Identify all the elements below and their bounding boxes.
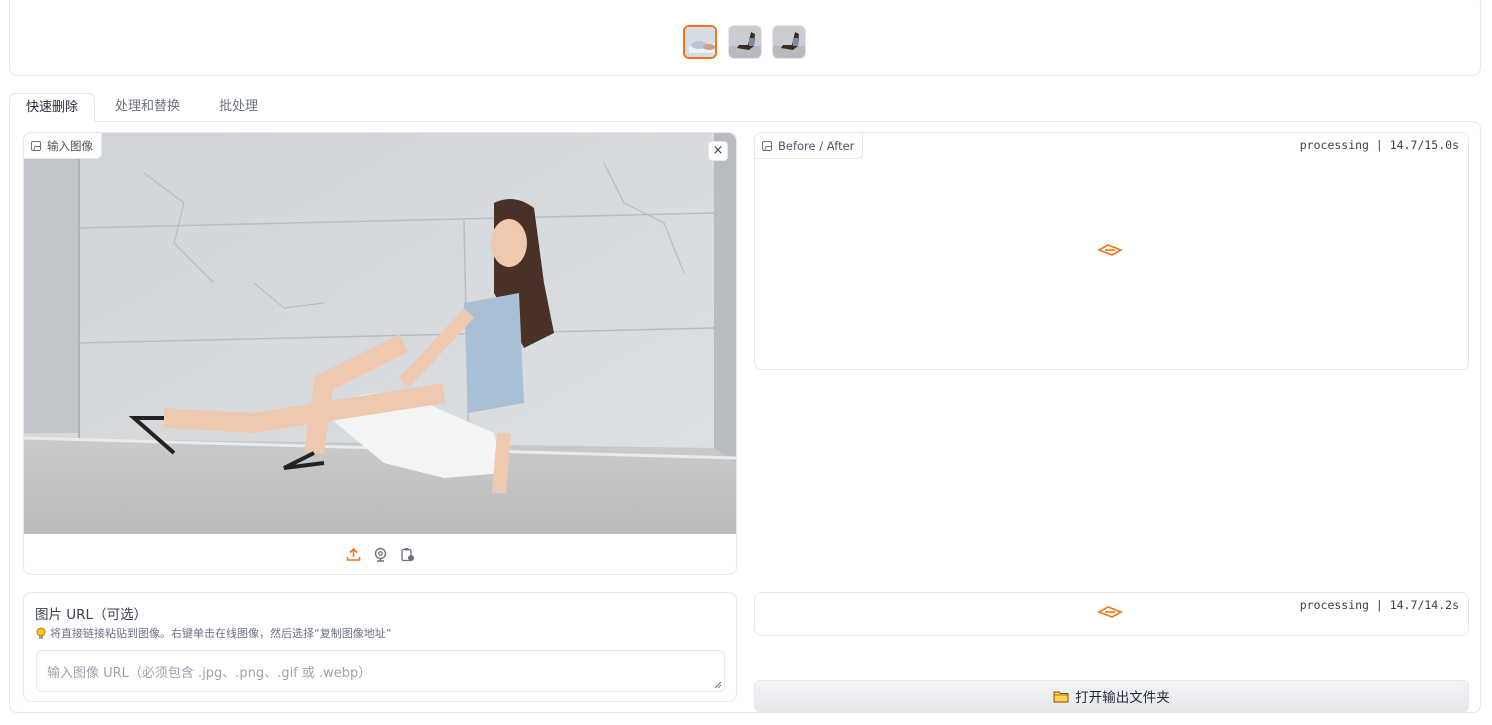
before-after-block: Before / After processing | 14.7/15.0s <box>754 132 1469 370</box>
output-status-text: processing | 14.7/14.2s <box>1299 598 1459 612</box>
gallery-thumb-1[interactable] <box>683 25 717 59</box>
webcam-icon[interactable] <box>372 546 389 563</box>
tabs-container: 快速删除 处理和替换 批处理 输入图像 × Before / After pro… <box>9 93 1481 713</box>
input-image-block: 输入图像 × <box>23 132 737 575</box>
loading-spinner-icon <box>1097 606 1123 618</box>
open-output-folder-button[interactable]: 打开输出文件夹 <box>754 680 1469 712</box>
image-url-input[interactable]: 输入图像 URL（必须包含 .jpg、.png、.gif 或 .webp） <box>36 650 725 692</box>
before-after-label-text: Before / After <box>778 138 855 153</box>
tab-batch[interactable]: 批处理 <box>203 93 274 122</box>
gallery-thumb-2[interactable] <box>728 25 762 59</box>
image-source-toolbar <box>24 534 736 574</box>
tab-panel: 输入图像 × Before / After processing | 14.7/… <box>9 121 1481 713</box>
input-image-label: 输入图像 <box>24 133 102 159</box>
output-status-block: processing | 14.7/14.2s <box>754 592 1469 636</box>
before-after-label: Before / After <box>755 133 864 159</box>
resize-handle-icon[interactable] <box>714 681 722 689</box>
lightbulb-icon <box>36 627 46 639</box>
upload-icon[interactable] <box>345 546 362 563</box>
image-url-block: 图片 URL（可选） 将直接链接粘贴到图像。右键单击在线图像，然后选择“复制图像… <box>23 592 737 702</box>
tab-process-replace[interactable]: 处理和替换 <box>99 93 196 122</box>
open-output-folder-label: 打开输出文件夹 <box>1075 690 1170 706</box>
folder-icon <box>1053 691 1069 702</box>
image-url-info: 将直接链接粘贴到图像。右键单击在线图像，然后选择“复制图像地址” <box>35 625 391 641</box>
gallery-thumb-3[interactable] <box>772 25 806 59</box>
clipboard-icon[interactable] <box>399 546 416 563</box>
image-url-title: 图片 URL（可选） <box>35 607 148 623</box>
loading-spinner-icon <box>1097 244 1123 256</box>
input-image-preview[interactable] <box>24 133 736 534</box>
input-image-label-text: 输入图像 <box>47 138 93 153</box>
image-icon <box>762 140 772 151</box>
image-url-placeholder: 输入图像 URL（必须包含 .jpg、.png、.gif 或 .webp） <box>47 666 372 681</box>
before-after-status: processing | 14.7/15.0s <box>1299 138 1459 152</box>
example-gallery <box>9 0 1481 76</box>
clear-image-button[interactable]: × <box>708 141 728 161</box>
image-icon <box>31 140 41 151</box>
image-url-info-text: 将直接链接粘贴到图像。右键单击在线图像，然后选择“复制图像地址” <box>50 627 392 640</box>
tab-quick-remove[interactable]: 快速删除 <box>9 93 96 122</box>
